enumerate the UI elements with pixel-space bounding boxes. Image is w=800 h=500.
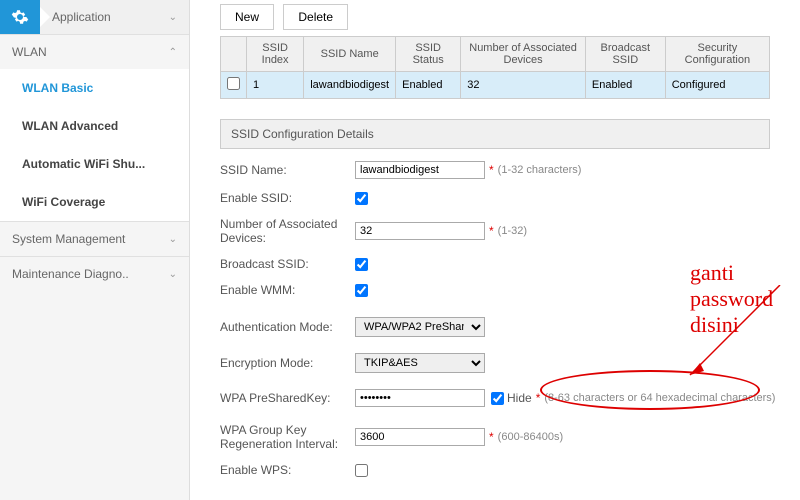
cell-name: lawandbiodigest xyxy=(304,72,396,99)
application-label: Application xyxy=(52,10,111,24)
psk-input[interactable] xyxy=(355,389,485,407)
new-button[interactable]: New xyxy=(220,4,274,30)
required-star: * xyxy=(536,391,541,405)
ssid-form: SSID Name: * (1-32 characters) Enable SS… xyxy=(220,155,780,483)
chevron-down-icon: ⌄ xyxy=(169,269,177,280)
checkbox-header xyxy=(221,37,247,72)
sysmgmt-label: System Management xyxy=(12,232,125,246)
sidebar: Application ⌄ WLAN ⌃ WLAN Basic WLAN Adv… xyxy=(0,0,190,500)
th-status: SSID Status xyxy=(396,37,461,72)
sidebar-item-wlan-basic[interactable]: WLAN Basic xyxy=(0,69,189,107)
hide-label: Hide xyxy=(507,391,532,405)
group-hint: (600-86400s) xyxy=(498,431,563,443)
ssid-name-hint: (1-32 characters) xyxy=(498,164,582,176)
row-enable-ssid: Enable SSID: xyxy=(220,185,780,211)
wmm-label: Enable WMM: xyxy=(220,283,355,297)
sidebar-item-wlan-advanced[interactable]: WLAN Advanced xyxy=(0,107,189,145)
button-row: New Delete xyxy=(220,4,800,30)
row-wmm: Enable WMM: xyxy=(220,277,780,303)
maint-label: Maintenance Diagno.. xyxy=(12,267,129,281)
row-group-key: WPA Group Key Regeneration Interval: * (6… xyxy=(220,413,780,457)
th-devices: Number of Associated Devices xyxy=(461,37,586,72)
enable-ssid-checkbox[interactable] xyxy=(355,192,368,205)
broadcast-checkbox[interactable] xyxy=(355,258,368,271)
th-broadcast: Broadcast SSID xyxy=(585,37,665,72)
table-header-row: SSID Index SSID Name SSID Status Number … xyxy=(221,37,770,72)
delete-button[interactable]: Delete xyxy=(283,4,348,30)
chevron-up-icon: ⌃ xyxy=(169,47,177,58)
nav-sysmgmt-header[interactable]: System Management ⌄ xyxy=(0,222,189,256)
required-star: * xyxy=(489,163,494,177)
auth-label: Authentication Mode: xyxy=(220,320,355,334)
row-psk: WPA PreSharedKey: Hide * (8-63 character… xyxy=(220,379,780,413)
nav-wlan-items: WLAN Basic WLAN Advanced Automatic WiFi … xyxy=(0,69,189,221)
row-num-devices: Number of Associated Devices: * (1-32) xyxy=(220,211,780,251)
nav-wlan-section: WLAN ⌃ WLAN Basic WLAN Advanced Automati… xyxy=(0,34,189,221)
cell-broadcast: Enabled xyxy=(585,72,665,99)
hide-checkbox[interactable] xyxy=(491,392,504,405)
sidebar-top-row: Application ⌄ xyxy=(0,0,189,34)
num-dev-hint: (1-32) xyxy=(498,225,527,237)
section-title: SSID Configuration Details xyxy=(220,119,770,149)
cell-security: Configured xyxy=(665,72,769,99)
wps-checkbox[interactable] xyxy=(355,464,368,477)
cell-status: Enabled xyxy=(396,72,461,99)
th-index: SSID Index xyxy=(247,37,304,72)
row-auth: Authentication Mode: WPA/WPA2 PreSharedK… xyxy=(220,303,780,343)
ssid-name-label: SSID Name: xyxy=(220,163,355,177)
gear-icon xyxy=(11,8,29,26)
nav-wlan-header[interactable]: WLAN ⌃ xyxy=(0,35,189,69)
group-label: WPA Group Key Regeneration Interval: xyxy=(220,423,355,451)
row-checkbox[interactable] xyxy=(227,77,240,90)
psk-label: WPA PreSharedKey: xyxy=(220,391,355,405)
row-broadcast: Broadcast SSID: xyxy=(220,251,780,277)
required-star: * xyxy=(489,430,494,444)
row-wps: Enable WPS: xyxy=(220,457,780,483)
th-security: Security Configuration xyxy=(665,37,769,72)
nav-maint-header[interactable]: Maintenance Diagno.. ⌄ xyxy=(0,257,189,291)
hide-wrap: Hide xyxy=(491,391,532,405)
cell-index: 1 xyxy=(247,72,304,99)
ssid-name-input[interactable] xyxy=(355,161,485,179)
enc-label: Encryption Mode: xyxy=(220,356,355,370)
chevron-down-icon: ⌄ xyxy=(169,12,177,23)
table-row[interactable]: 1 lawandbiodigest Enabled 32 Enabled Con… xyxy=(221,72,770,99)
wmm-checkbox[interactable] xyxy=(355,284,368,297)
num-dev-label: Number of Associated Devices: xyxy=(220,217,355,245)
auth-select[interactable]: WPA/WPA2 PreSharedKey xyxy=(355,317,485,337)
broadcast-label: Broadcast SSID: xyxy=(220,257,355,271)
chevron-down-icon: ⌄ xyxy=(169,234,177,245)
row-checkbox-cell xyxy=(221,72,247,99)
wps-label: Enable WPS: xyxy=(220,463,355,477)
wlan-label: WLAN xyxy=(12,45,47,59)
cell-devices: 32 xyxy=(461,72,586,99)
row-enc: Encryption Mode: TKIP&AES xyxy=(220,343,780,379)
sidebar-item-auto-wifi[interactable]: Automatic WiFi Shu... xyxy=(0,145,189,183)
ssid-table: SSID Index SSID Name SSID Status Number … xyxy=(220,36,770,99)
sidebar-application[interactable]: Application ⌄ xyxy=(40,0,189,34)
required-star: * xyxy=(489,224,494,238)
group-input[interactable] xyxy=(355,428,485,446)
enc-select[interactable]: TKIP&AES xyxy=(355,353,485,373)
sidebar-item-wifi-coverage[interactable]: WiFi Coverage xyxy=(0,183,189,221)
psk-hint: (8-63 characters or 64 hexadecimal chara… xyxy=(544,392,775,404)
row-ssid-name: SSID Name: * (1-32 characters) xyxy=(220,155,780,185)
num-dev-input[interactable] xyxy=(355,222,485,240)
nav-sysmgmt-section: System Management ⌄ xyxy=(0,221,189,256)
th-name: SSID Name xyxy=(304,37,396,72)
enable-ssid-label: Enable SSID: xyxy=(220,191,355,205)
gear-tab[interactable] xyxy=(0,0,40,34)
main-content: New Delete SSID Index SSID Name SSID Sta… xyxy=(190,0,800,500)
nav-maint-section: Maintenance Diagno.. ⌄ xyxy=(0,256,189,291)
